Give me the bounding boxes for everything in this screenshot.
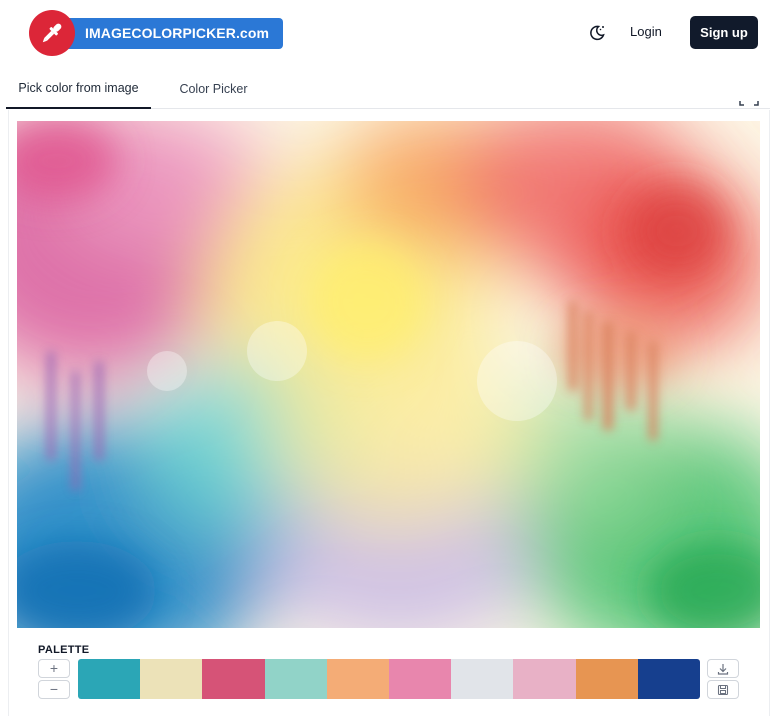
login-link[interactable]: Login — [630, 24, 662, 39]
save-palette-button[interactable] — [707, 680, 739, 699]
palette-swatch[interactable] — [637, 659, 700, 699]
palette-swatch[interactable] — [78, 659, 141, 699]
palette-swatch[interactable] — [451, 659, 514, 699]
tab-pick-from-image[interactable]: Pick color from image — [6, 68, 151, 109]
download-palette-button[interactable] — [707, 659, 739, 678]
eyedropper-icon — [29, 10, 75, 56]
palette-swatch[interactable] — [264, 659, 327, 699]
palette-label: PALETTE — [38, 644, 90, 656]
palette-swatch[interactable] — [389, 659, 452, 699]
theme-toggle-icon[interactable] — [586, 22, 608, 44]
site-header: IMAGECOLORPICKER.com Login Sign up — [0, 0, 776, 66]
signup-button[interactable]: Sign up — [690, 16, 758, 49]
palette-swatch[interactable] — [202, 659, 265, 699]
palette-swatch[interactable] — [575, 659, 638, 699]
palette-swatch[interactable] — [140, 659, 203, 699]
palette-swatch[interactable] — [513, 659, 576, 699]
add-color-button[interactable]: + — [38, 659, 70, 678]
save-icon — [717, 684, 729, 695]
download-icon — [717, 663, 729, 675]
tab-bar: Pick color from image Color Picker — [6, 68, 770, 109]
fullscreen-icon[interactable] — [738, 100, 760, 112]
logo-text: IMAGECOLORPICKER.com — [65, 17, 284, 49]
palette-swatches — [78, 659, 700, 699]
tab-color-picker[interactable]: Color Picker — [156, 68, 271, 109]
site-logo[interactable]: IMAGECOLORPICKER.com — [29, 10, 284, 56]
remove-color-button[interactable]: − — [38, 680, 70, 699]
palette-swatch[interactable] — [326, 659, 390, 699]
source-image[interactable] — [17, 121, 760, 628]
